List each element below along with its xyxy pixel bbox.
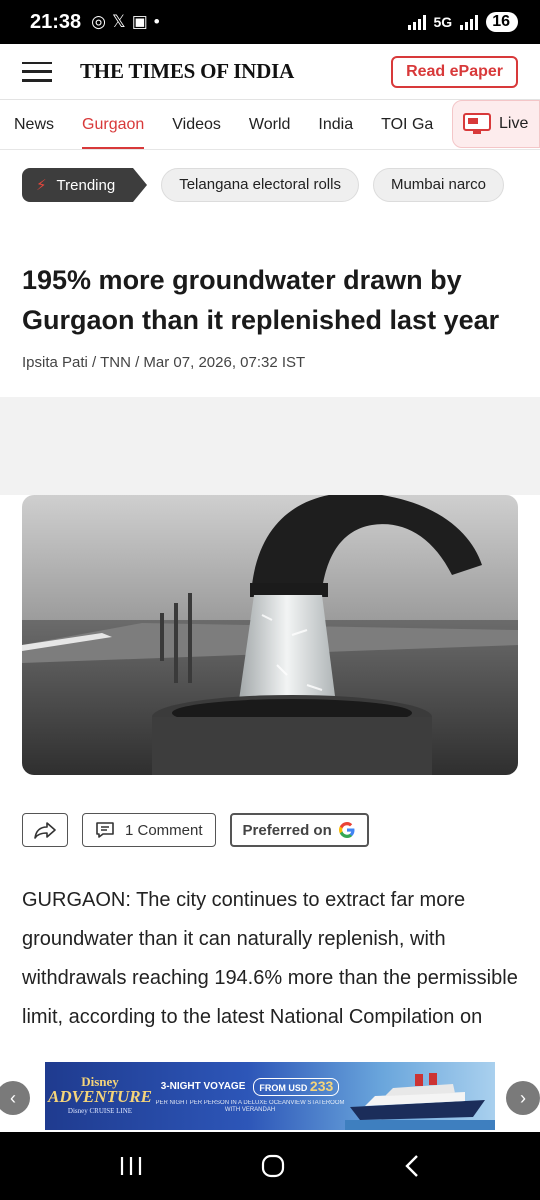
carousel-next-button[interactable]: ›: [506, 1081, 540, 1115]
nav-item-toi-games[interactable]: TOI Ga: [381, 100, 433, 149]
cell-signal-icon: [460, 14, 479, 30]
network-type: 5G: [433, 14, 453, 30]
nav-item-gurgaon[interactable]: Gurgaon: [82, 100, 145, 149]
bottom-ad-carousel: Disney ADVENTURE Disney CRUISE LINE 3-NI…: [0, 1060, 540, 1132]
share-icon: [34, 822, 56, 839]
share-button[interactable]: [22, 813, 68, 847]
home-icon[interactable]: [260, 1153, 286, 1179]
system-nav-bar: [0, 1132, 540, 1200]
ad-logo: Disney ADVENTURE Disney CRUISE LINE: [45, 1074, 155, 1119]
chevron-left-icon: ‹: [10, 1087, 16, 1108]
recents-icon[interactable]: [119, 1155, 143, 1177]
whatsapp-icon: ◎: [91, 12, 106, 31]
wifi-signal-icon: [407, 14, 426, 30]
live-button[interactable]: Live: [452, 100, 540, 148]
nav-item-videos[interactable]: Videos: [172, 100, 221, 149]
ad-cruise-line: Disney CRUISE LINE: [67, 1106, 133, 1115]
article-body: GURGAON: The city continues to extract f…: [22, 889, 518, 1028]
notification-dot-icon: •: [153, 12, 160, 31]
ad-voyage: 3-NIGHT VOYAGE: [160, 1081, 246, 1092]
comment-icon: [96, 822, 114, 838]
ad-price-badge: FROM USD 233: [253, 1078, 340, 1096]
flame-icon: ⚡: [36, 177, 47, 194]
nav-item-news[interactable]: News: [14, 100, 54, 149]
chevron-right-icon: ›: [520, 1087, 526, 1108]
nav-item-world[interactable]: World: [249, 100, 291, 149]
google-icon: [338, 822, 355, 838]
ship-image: [345, 1062, 495, 1130]
article-image[interactable]: [22, 495, 518, 775]
x-icon: 𝕏: [112, 12, 126, 31]
read-epaper-button[interactable]: Read ePaper: [391, 55, 518, 88]
trending-tag[interactable]: ⚡ Trending: [22, 168, 148, 202]
back-icon[interactable]: [403, 1154, 421, 1178]
ad-price: 233: [309, 1078, 334, 1094]
comments-button[interactable]: 1 Comment: [82, 813, 216, 847]
ad-offer-text: PER NIGHT PER PERSON IN A DELUXE OCEANVI…: [155, 1100, 345, 1113]
status-time: 21:38: [30, 10, 82, 33]
menu-icon[interactable]: [22, 61, 52, 82]
trending-row: ⚡ Trending Telangana electoral rolls Mum…: [0, 150, 540, 220]
carousel-prev-button[interactable]: ‹: [0, 1081, 30, 1115]
battery-level: 16: [492, 13, 510, 30]
article-actions: 1 Comment Preferred on: [0, 775, 540, 847]
trending-label: Trending: [56, 176, 116, 194]
ad-brand-line: ADVENTURE: [48, 1086, 152, 1106]
preferred-on-google-button[interactable]: Preferred on: [229, 813, 369, 847]
article-byline: Ipsita Pati / TNN / Mar 07, 2026, 07:32 …: [22, 354, 306, 371]
nav-item-india[interactable]: India: [318, 100, 353, 149]
media-icon: ▣: [131, 12, 148, 31]
trending-chip[interactable]: Mumbai narco: [372, 168, 505, 202]
trending-chip[interactable]: Telangana electoral rolls: [161, 168, 359, 202]
status-bar: 21:38 ◎ 𝕏 ▣ • 5G 16: [0, 0, 540, 44]
section-nav: News Gurgaon Videos World India TOI Ga L…: [0, 100, 540, 150]
ad-placeholder: [0, 397, 540, 495]
ad-offer: 3-NIGHT VOYAGE FROM USD 233 PER NIGHT PE…: [155, 1078, 345, 1114]
site-header: THE TIMES OF INDIA Read ePaper: [0, 44, 540, 100]
article-headline: 195% more groundwater drawn by Gurgaon t…: [22, 265, 500, 335]
live-tv-icon: [463, 113, 491, 134]
cruise-ad-banner[interactable]: Disney ADVENTURE Disney CRUISE LINE 3-NI…: [45, 1062, 495, 1130]
ad-price-from: FROM USD: [259, 1083, 308, 1093]
comment-count-label: 1 Comment: [125, 821, 203, 839]
live-label: Live: [499, 115, 529, 132]
battery-icon: 16: [486, 12, 518, 32]
site-logo[interactable]: THE TIMES OF INDIA: [80, 59, 294, 84]
preferred-label: Preferred on: [242, 821, 332, 839]
